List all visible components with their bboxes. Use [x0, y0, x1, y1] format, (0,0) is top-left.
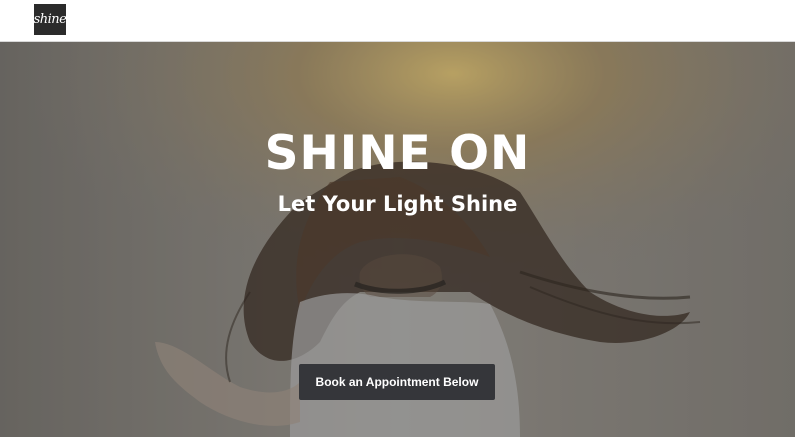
- hero-subtitle: Let Your Light Shine: [277, 192, 518, 216]
- book-appointment-button[interactable]: Book an Appointment Below: [299, 364, 495, 400]
- site-header: shine: [0, 0, 795, 42]
- hero-section: SHINE ON Let Your Light Shine Book an Ap…: [0, 42, 795, 437]
- logo-text: shine: [33, 12, 67, 27]
- logo[interactable]: shine: [33, 4, 67, 35]
- hero-title: SHINE ON: [264, 126, 531, 181]
